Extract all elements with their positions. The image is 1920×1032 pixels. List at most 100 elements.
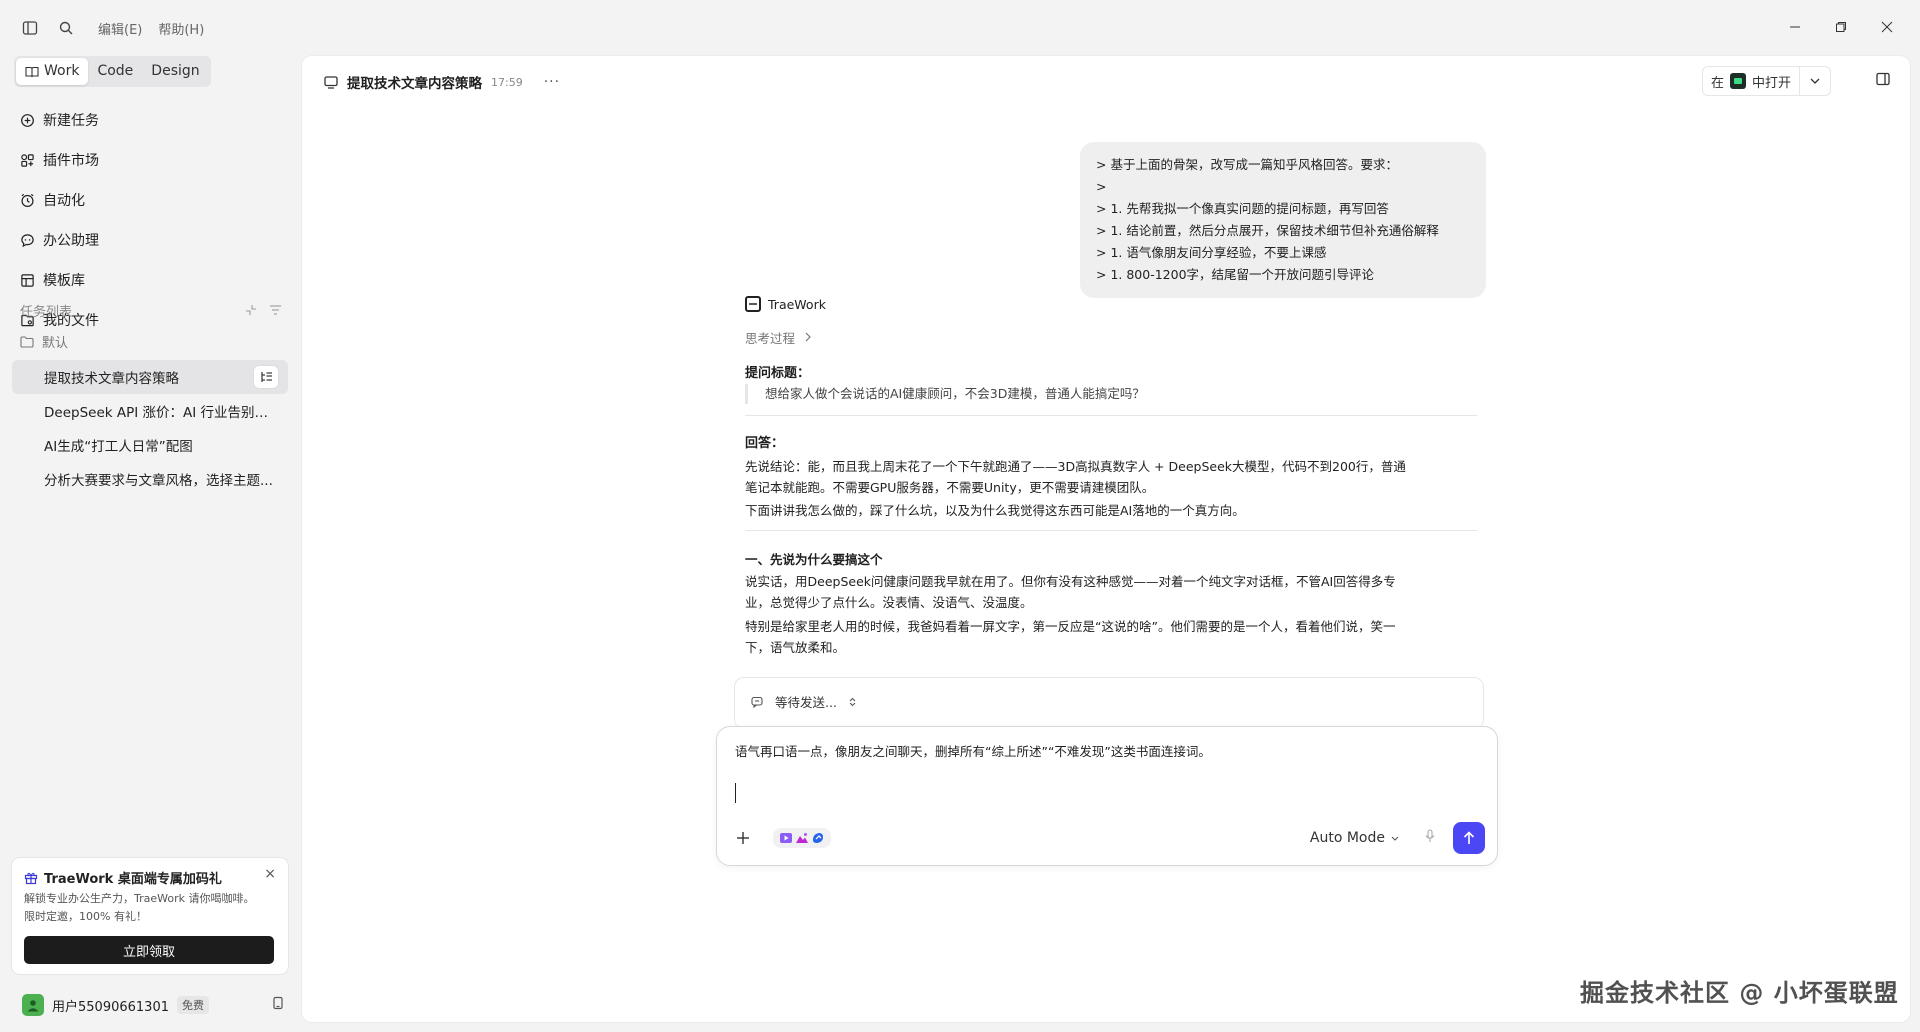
user-message-line: > (1096, 179, 1107, 194)
tab-design[interactable]: Design (142, 58, 208, 85)
pending-queue: 等待发送... (734, 677, 1484, 729)
sort-arrows-icon[interactable] (849, 697, 856, 707)
nav-plugin-market-label: 插件市场 (43, 153, 99, 169)
user-message-line: > 1. 语气像朋友间分享经验，不要上课感 (1096, 245, 1327, 260)
plan-badge: 免费 (176, 996, 209, 1014)
promo-card: TraeWork 桌面端专属加码礼 × 解锁专业办公生产力，TraeWork 请… (12, 858, 288, 974)
monitor-icon (324, 75, 338, 89)
watermark: 掘金技术社区 @ 小坏蛋联盟 (1580, 979, 1899, 1007)
pending-row[interactable]: 等待发送... (751, 692, 856, 711)
paragraph-line: 先说结论：能，而且我上周末花了一个下午就跑通了——3D高拟真数字人 + Deep… (745, 459, 1406, 474)
text-caret (735, 783, 736, 803)
close-icon[interactable] (1864, 12, 1910, 42)
promo-close-icon[interactable]: × (264, 866, 276, 882)
task-item-title: 分析大赛要求与文章风格，选择主题... (44, 473, 273, 489)
image-tool-icon[interactable] (795, 831, 809, 845)
task-item-title: 提取技术文章内容策略 (44, 371, 179, 387)
nav-plugin-market[interactable]: 插件市场 (12, 140, 288, 180)
answer-paragraph: 特别是给家里老人用的时候，我爸妈看着一屏文字，第一反应是“这说的啥”。他们需要的… (745, 616, 1477, 658)
divider (745, 530, 1477, 531)
nav-new-task-label: 新建任务 (43, 113, 99, 129)
panel-layout-icon[interactable] (1876, 72, 1890, 90)
task-item[interactable]: AI生成“打工人日常”配图 (12, 428, 288, 462)
search-icon[interactable] (52, 14, 80, 42)
send-button[interactable] (1453, 822, 1485, 854)
task-list-header: 任务列表 (20, 300, 282, 320)
answer-paragraph: 下面讲讲我怎么做的，踩了什么坑，以及为什么我觉得这东西可能是AI落地的一个真方向… (745, 503, 1245, 518)
tab-work[interactable]: Work (16, 58, 89, 85)
app-icon (1730, 73, 1747, 89)
task-item[interactable]: 提取技术文章内容策略 (12, 360, 288, 394)
user-account-row[interactable]: 用户55090661301 免费 (22, 994, 284, 1016)
microphone-icon[interactable] (1425, 829, 1435, 847)
device-icon[interactable] (272, 996, 284, 1014)
user-message-line: > 1. 先帮我拟一个像真实问题的提问标题，再写回答 (1096, 201, 1389, 216)
open-in-prefix: 在 (1711, 75, 1725, 91)
restore-icon[interactable] (1818, 12, 1864, 42)
nav-office-assistant-label: 办公助理 (43, 233, 99, 249)
main-panel: 提取技术文章内容策略 17:59 ··· 在 中打开 > 基于上面的骨架，改写成… (302, 56, 1910, 1022)
answer-paragraph: 先说结论：能，而且我上周末花了一个下午就跑通了——3D高拟真数字人 + Deep… (745, 456, 1477, 498)
plugin-market-icon (21, 153, 34, 167)
message-composer[interactable]: 语气再口语一点，像朋友之间聊天，删掉所有“综上所述”“不难发现”这类书面连接词。… (716, 726, 1498, 866)
paragraph-line: 说实话，用DeepSeek问健康问题我早就在用了。但你有没有这种感觉——对着一个… (745, 574, 1396, 589)
promo-desc-line: 解锁专业办公生产力，TraeWork 请你喝咖啡。 (24, 892, 255, 905)
task-item[interactable]: 分析大赛要求与文章风格，选择主题... (12, 462, 288, 496)
answer-label: 回答： (745, 436, 785, 451)
tab-code[interactable]: Code (88, 58, 142, 85)
menu-edit[interactable]: 编辑(E) (98, 19, 142, 38)
sidebar-toggle-icon[interactable] (16, 14, 44, 42)
user-message-line: > 1. 800-1200字，结尾留一个开放问题引导评论 (1096, 267, 1375, 282)
divider (745, 415, 1477, 416)
user-name: 用户55090661301 (52, 999, 169, 1015)
nav-new-task[interactable]: 新建任务 (12, 100, 288, 140)
collapse-icon[interactable] (245, 304, 257, 316)
question-label: 提问标题： (745, 366, 811, 381)
folder-default[interactable]: 默认 (20, 332, 68, 351)
nav-office-assistant[interactable]: 办公助理 (12, 220, 288, 260)
more-options-icon[interactable]: ··· (544, 74, 560, 90)
thinking-process-toggle[interactable]: 思考过程 (745, 328, 811, 347)
paragraph-line: 笔记本就能跑。不需要GPU服务器，不需要Unity，更不需要请建模团队。 (745, 480, 1155, 495)
promo-desc-line: 限时定邀，100% 有礼！ (24, 910, 147, 923)
message-icon (751, 696, 763, 708)
avatar (22, 994, 44, 1016)
tool-shortcuts[interactable] (773, 828, 831, 848)
filter-icon[interactable] (269, 304, 282, 316)
assistant-header: TraeWork (745, 296, 826, 312)
question-quote: 想给家人做个会说话的AI健康顾问，不会3D建模，普通人能搞定吗？ (745, 384, 1477, 404)
arrow-up-icon (1463, 831, 1475, 844)
user-message-line: > 基于上面的骨架，改写成一篇知乎风格回答。要求： (1096, 157, 1398, 172)
mode-switcher: Work Code Design (14, 56, 211, 87)
user-message-bubble: > 基于上面的骨架，改写成一篇知乎风格回答。要求： > > 1. 先帮我拟一个像… (1080, 142, 1486, 298)
minimize-icon[interactable] (1772, 12, 1818, 42)
task-outline-icon[interactable] (254, 366, 278, 388)
folder-default-label: 默认 (42, 336, 69, 351)
template-icon (21, 273, 34, 287)
nav-automation[interactable]: 自动化 (12, 180, 288, 220)
nav-template-library[interactable]: 模板库 (12, 260, 288, 300)
claim-button[interactable]: 立即领取 (24, 936, 274, 964)
automation-clock-icon (21, 193, 34, 207)
task-list-heading: 任务列表 (20, 304, 73, 320)
answer-paragraph: 说实话，用DeepSeek问健康问题我早就在用了。但你有没有这种感觉——对着一个… (745, 571, 1477, 613)
conversation-header: 提取技术文章内容策略 17:59 ··· (324, 72, 560, 92)
mode-selector[interactable]: Auto Mode (1310, 830, 1399, 846)
open-in-app-control: 在 中打开 (1702, 66, 1832, 96)
paragraph-line: 业，总觉得少了点什么。没表情、没语气、没温度。 (745, 595, 1033, 610)
promo-description: 解锁专业办公生产力，TraeWork 请你喝咖啡。 限时定邀，100% 有礼！ (24, 890, 254, 926)
conversation-title: 提取技术文章内容策略 (347, 76, 482, 92)
video-tool-icon[interactable] (779, 831, 793, 845)
composer-input-text[interactable]: 语气再口语一点，像朋友之间聊天，删掉所有“综上所述”“不难发现”这类书面连接词。 (735, 741, 1211, 760)
open-in-button[interactable]: 在 中打开 (1703, 67, 1801, 95)
new-task-icon (21, 113, 34, 127)
book-icon (25, 66, 39, 77)
task-item[interactable]: DeepSeek API 涨价：AI 行业告别白... (12, 394, 288, 428)
menu-help[interactable]: 帮助(H) (158, 19, 204, 38)
tab-work-label: Work (44, 63, 80, 79)
add-attachment-icon[interactable] (731, 826, 755, 850)
chevron-down-icon[interactable] (1800, 67, 1830, 95)
promo-title: TraeWork 桌面端专属加码礼 (44, 872, 222, 887)
design-tool-icon[interactable] (811, 831, 825, 845)
chevron-down-icon (1391, 836, 1399, 841)
